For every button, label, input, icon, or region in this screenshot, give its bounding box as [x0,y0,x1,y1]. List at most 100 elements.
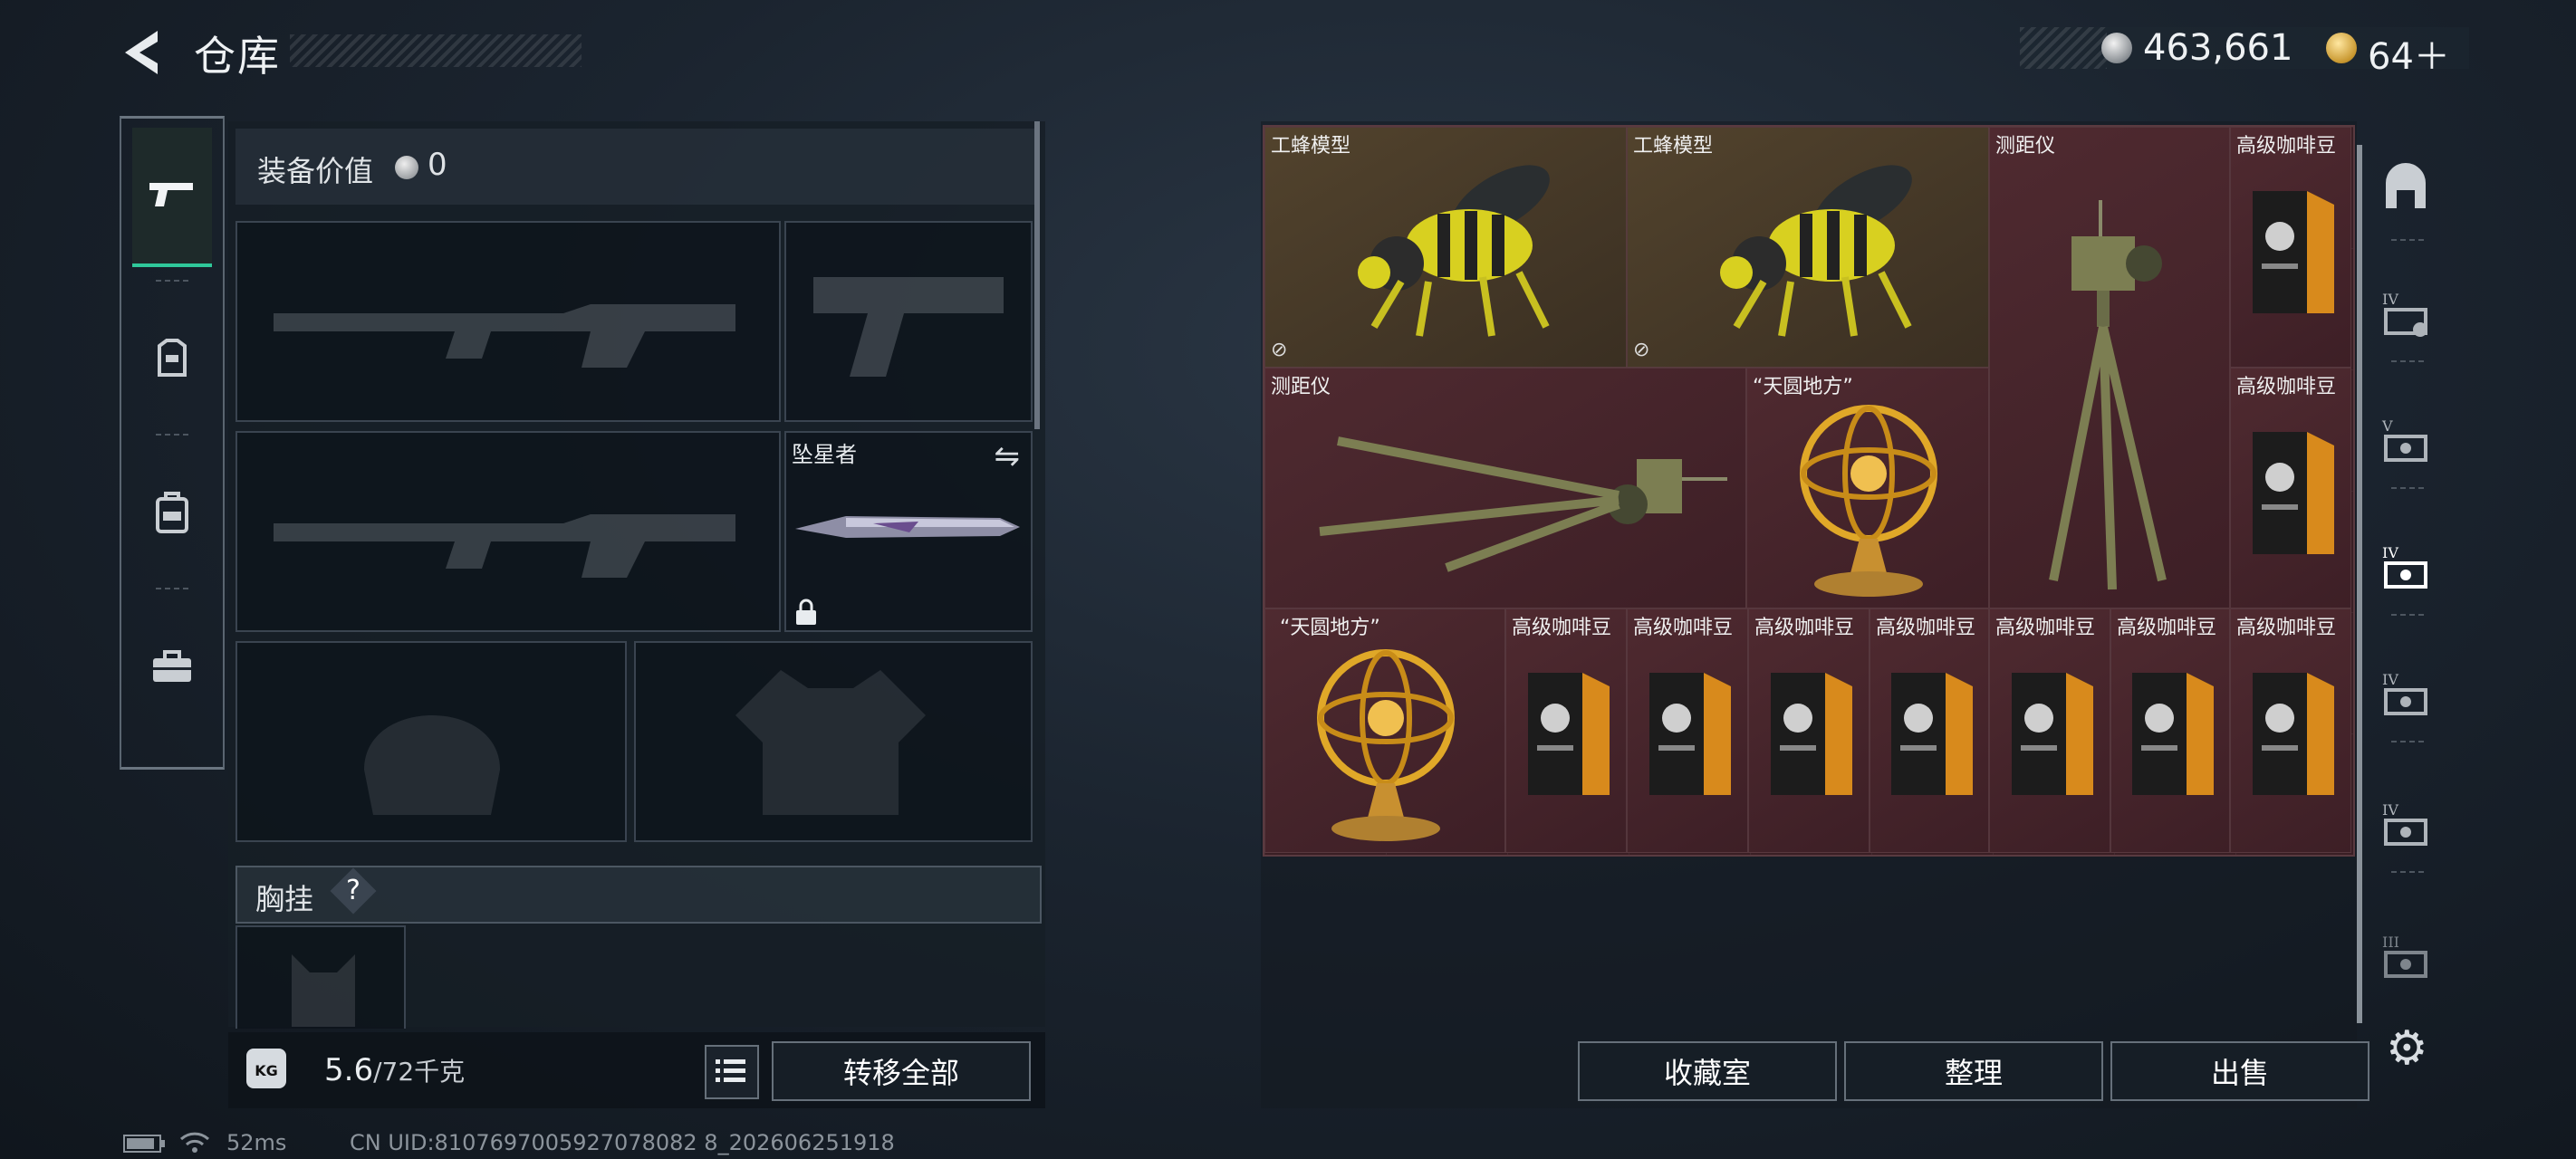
coffee-bag-icon [2253,432,2334,554]
item-label: 高级咖啡豆 [1633,617,1734,639]
item-coffee-bean-1[interactable]: 高级咖啡豆 [2230,127,2351,368]
list-view-button[interactable] [705,1045,759,1099]
pistol-silhouette-icon [813,277,1004,377]
coffee-bag-icon [1528,673,1610,795]
untradeable-icon: ⊘ [1633,339,1650,361]
tier-label: IV [2382,801,2398,819]
tab-armor[interactable] [132,291,212,426]
tier-v-container-icon[interactable]: V [2380,417,2431,467]
item-label: 测距仪 [1995,135,2056,158]
tier-label: IV [2382,544,2398,561]
tab-toolbox[interactable] [132,599,212,734]
silver-coin-icon [2101,33,2132,63]
body-armor-slot[interactable] [634,641,1033,842]
item-coffee-bean-8[interactable]: 高级咖啡豆 [2110,608,2230,853]
coffee-bag-icon [2253,673,2334,795]
chest-rig-header: 胸挂 ? [235,866,1042,924]
weight-max: /72千克 [373,1057,466,1087]
item-armillary-sphere-1[interactable]: “天圆地方” [1746,368,1989,608]
primary-weapon-slot-1[interactable] [235,221,781,422]
pistol-slot[interactable] [784,221,1033,422]
sidebar-scrollbar[interactable] [2357,145,2362,1023]
item-label: 高级咖啡豆 [1754,617,1855,639]
organize-button[interactable]: 整理 [1844,1041,2103,1101]
scrollbar[interactable] [1034,121,1040,429]
weight-readout: 5.6/72千克 [324,1052,465,1088]
equipment-panel: 装备价值 0 坠星者 ⇋ 胸挂 ? [228,121,1045,1029]
lock-icon [796,599,816,625]
tier-label: V [2381,417,2393,435]
item-label: 高级咖啡豆 [2236,617,2337,639]
storage-arch-icon[interactable] [2380,163,2431,214]
sidebar-divider [2391,487,2424,489]
collection-room-button[interactable]: 收藏室 [1578,1041,1837,1101]
tier-iv-container-icon[interactable]: IV [2380,290,2431,340]
tier-iii-container-icon[interactable]: III [2380,933,2431,983]
equipment-value-bar: 装备价值 0 [235,129,1038,205]
melee-slot[interactable]: 坠星者 ⇋ [784,431,1033,632]
tab-backpack[interactable] [132,445,212,580]
sidebar-divider [2391,741,2424,742]
storage-grid: 工蜂模型 ⊘ 工蜂模型 ⊘ 测距仪 高级咖啡豆 测距仪 “天圆地方” 高级咖啡豆… [1263,125,2355,857]
tier-iv-container-icon[interactable]: IV [2380,670,2431,721]
item-coffee-bean-3[interactable]: 高级咖啡豆 [1505,608,1627,853]
tab-divider [156,588,188,589]
coffee-bag-icon [2253,191,2334,313]
armor-icon [158,339,187,377]
item-coffee-bean-9[interactable]: 高级咖啡豆 [2230,608,2351,853]
silver-coin-icon [395,156,418,179]
transfer-all-button[interactable]: 转移全部 [772,1041,1031,1101]
armor-silhouette-icon [735,670,926,815]
item-coffee-bean-2[interactable]: 高级咖啡豆 [2230,368,2351,608]
currency-decoration [2020,27,2107,69]
equipment-value-label: 装备价值 [257,154,374,188]
chest-rig-slot[interactable] [235,925,406,1029]
sidebar-divider [2391,360,2424,362]
ticket-value[interactable]: 64＋ [2368,27,2450,80]
tab-divider [156,280,188,282]
armillary-sphere-icon [1317,649,1455,841]
tier-iv-container-icon[interactable]: IV [2380,800,2431,851]
weight-bar: KG 5.6/72千克 转移全部 [228,1032,1045,1108]
item-coffee-bean-6[interactable]: 高级咖啡豆 [1870,608,1989,853]
item-coffee-bean-4[interactable]: 高级咖啡豆 [1627,608,1748,853]
gold-ticket-icon [2326,33,2357,63]
armillary-sphere-icon [1800,405,1937,597]
gear-icon[interactable]: ⚙ [2386,1021,2428,1076]
tier-label: IV [2382,291,2398,308]
item-bee-model-2[interactable]: 工蜂模型 ⊘ [1627,127,1989,368]
item-rangefinder-2[interactable]: 测距仪 [1264,368,1746,608]
chest-rig-label: 胸挂 [255,882,314,916]
item-label: 测距仪 [1271,376,1331,398]
help-icon[interactable]: ? [346,875,360,906]
item-coffee-bean-7[interactable]: 高级咖啡豆 [1989,608,2110,853]
helmet-slot[interactable] [235,641,627,842]
primary-weapon-slot-2[interactable] [235,431,781,632]
category-tabs [120,116,225,770]
item-label: 高级咖啡豆 [1512,617,1612,639]
item-label: 高级咖啡豆 [2236,376,2337,398]
item-coffee-bean-5[interactable]: 高级咖啡豆 [1748,608,1870,853]
tab-weapons[interactable] [132,128,212,267]
pistol-icon [149,183,193,206]
weight-current: 5.6 [324,1052,374,1088]
back-arrow-icon[interactable] [118,27,172,78]
title-decoration [290,34,582,67]
item-bee-model-1[interactable]: 工蜂模型 ⊘ [1264,127,1627,368]
melee-name: 坠星者 [792,442,857,467]
item-armillary-sphere-2[interactable]: “天圆地方” [1264,608,1505,853]
list-icon [716,1059,745,1082]
helmet-silhouette-icon [364,715,500,815]
rifle-silhouette-icon [274,304,735,368]
coffee-bag-icon [1649,673,1731,795]
sell-button[interactable]: 出售 [2110,1041,2369,1101]
coffee-bag-icon [2132,673,2214,795]
bee-model-icon [1720,165,1912,337]
item-label: 高级咖啡豆 [1995,617,2096,639]
currency-value: 463,661 [2143,27,2293,69]
swap-icon[interactable]: ⇋ [995,438,1021,474]
item-rangefinder-1[interactable]: 测距仪 [1989,127,2230,608]
tier-iv-container-selected-icon[interactable]: IV [2380,543,2431,594]
coffee-bag-icon [1771,673,1852,795]
currency-bar: 463,661 64＋ [2020,27,2469,78]
